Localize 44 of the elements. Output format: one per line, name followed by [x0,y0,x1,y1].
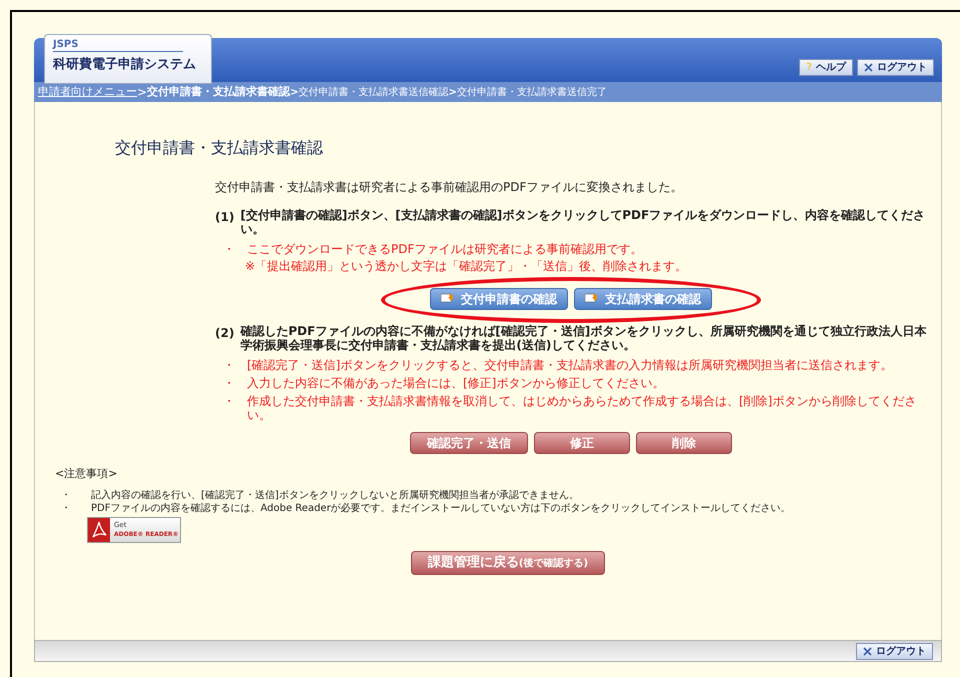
step-text: [交付申請書の確認]ボタン、[支払請求書の確認]ボタンをクリックしてPDFファイルをダウンロードし、内容を確認してください。 [240,208,926,236]
system-name: 科研費電子申請システム [53,56,197,74]
bullet: ・ [223,241,235,258]
bullet: ・ [223,393,235,410]
notice-text: PDFファイルの内容を確認するには、Adobe Readerが必要です。まだインストールしていない方は下のボタンをクリックしてインストールしてください。 [91,502,791,514]
download-icon [585,293,599,305]
page-title: 交付申請書・支払請求書確認 [115,137,323,159]
action-button[interactable]: 確認完了・送信 [410,432,528,454]
help-icon: ? [806,62,812,72]
note-text: ここでダウンロードできるPDFファイルは研究者による事前確認用です。 [247,242,642,256]
note-text: 入力した内容に不備があった場合には、[修正]ボタンから修正してください。 [247,376,664,390]
breadcrumb-current: 交付申請書・支払請求書確認 [147,84,290,100]
step-number: (2) [215,325,234,342]
logout-button[interactable]: ログアウト [856,642,933,660]
bullet: ・ [223,357,235,374]
breadcrumb-link[interactable]: 申請者向けメニュー [38,84,137,100]
breadcrumb-separator: > [448,86,457,100]
notice-text: 記入内容の確認を行い、[確認完了・送信]ボタンをクリックしないと所属研究機関担当者が承認できません。 [91,488,579,502]
bullet: ・ [61,488,71,502]
note-text: 作成した交付申請書・支払請求書情報を取消して、はじめからあらためて作成する場合は、[削除]ボタンから削除してください。 [247,394,918,422]
notice-title: <注意事項> [55,466,118,482]
bullet: ・ [223,375,235,392]
note-text: ※「提出確認用」という透かし文字は「確認完了」・「送信」後、削除されます。 [244,258,688,274]
back-button[interactable]: 課題管理に戻る(後で確認する) [410,550,606,574]
breadcrumb-separator: > [137,84,148,101]
bullet: ・ [61,502,71,514]
download-button[interactable]: 支払請求書の確認 [574,288,712,310]
breadcrumb-step: 交付申請書・支払請求書送信確認 [298,84,448,100]
pdf-logo-icon [88,518,110,542]
org-name: JSPS [53,39,183,52]
close-icon [864,63,873,72]
intro-text: 交付申請書・支払請求書は研究者による事前確認用のPDFファイルに変換されました。 [215,179,684,196]
close-icon [863,646,872,656]
breadcrumb-step: 交付申請書・支払請求書送信完了 [456,84,607,100]
help-button[interactable]: ? ヘルプ [799,59,853,76]
note-text: [確認完了・送信]ボタンをクリックすると、交付申請書・支払請求書の入力情報は所属研究機関担当者に送信されます。 [247,358,892,372]
step-text: 確認したPDFファイルの内容に不備がなければ[確認完了・送信]ボタンをクリックし、所属研究機関を通じて独立行政法人日本学術振興会理事長に交付申請書・支払請求書を提出(送信)してください。 [240,324,927,352]
step-number: (1) [215,209,234,226]
breadcrumb-separator: > [290,86,298,100]
action-button[interactable]: 削除 [636,432,732,454]
action-button[interactable]: 修正 [534,432,630,454]
download-icon [441,293,455,305]
logout-button[interactable]: ログアウト [857,59,934,76]
download-button[interactable]: 交付申請書の確認 [430,288,568,310]
